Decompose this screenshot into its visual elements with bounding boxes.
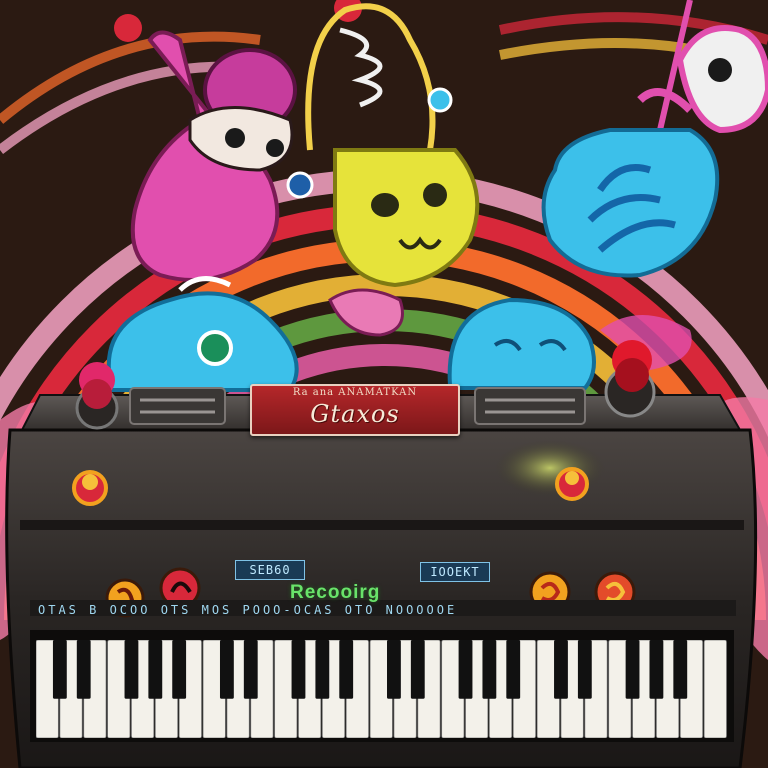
black-key[interactable] (625, 640, 640, 699)
black-key[interactable] (291, 640, 306, 699)
display-left: SEB60 (235, 560, 305, 580)
black-key[interactable] (387, 640, 401, 699)
black-key[interactable] (315, 640, 330, 699)
psychedelic-synth-scene: Ra ana ANAMATKAN Gtaxos SEB60 IOOEKT Rec… (0, 0, 768, 768)
black-key[interactable] (148, 640, 163, 699)
black-key[interactable] (554, 640, 568, 699)
black-key[interactable] (482, 640, 497, 699)
black-key[interactable] (410, 640, 425, 699)
black-key[interactable] (52, 640, 67, 699)
black-key[interactable] (172, 640, 187, 699)
black-key[interactable] (124, 640, 139, 699)
black-key[interactable] (76, 640, 91, 699)
piano-keyboard[interactable] (36, 640, 728, 738)
black-key[interactable] (673, 640, 688, 699)
black-key[interactable] (506, 640, 521, 699)
brand-plate-top-text: Ra ana ANAMATKAN (292, 387, 418, 398)
black-key[interactable] (458, 640, 473, 699)
display-right: IOOEKT (420, 562, 490, 582)
white-key[interactable] (703, 640, 727, 738)
black-key[interactable] (649, 640, 664, 699)
record-label: Recooirg (290, 582, 381, 603)
brand-label-plate: Ra ana ANAMATKAN Gtaxos (250, 384, 460, 436)
panel-strip-text: OTAS B OCOO OTS MOS POOO-OCAS OTO NOOOOO… (38, 603, 458, 617)
brand-plate-main-text: Gtaxos (310, 400, 400, 428)
black-key[interactable] (339, 640, 354, 699)
black-key[interactable] (243, 640, 258, 699)
black-key[interactable] (577, 640, 592, 699)
black-key[interactable] (219, 640, 234, 699)
